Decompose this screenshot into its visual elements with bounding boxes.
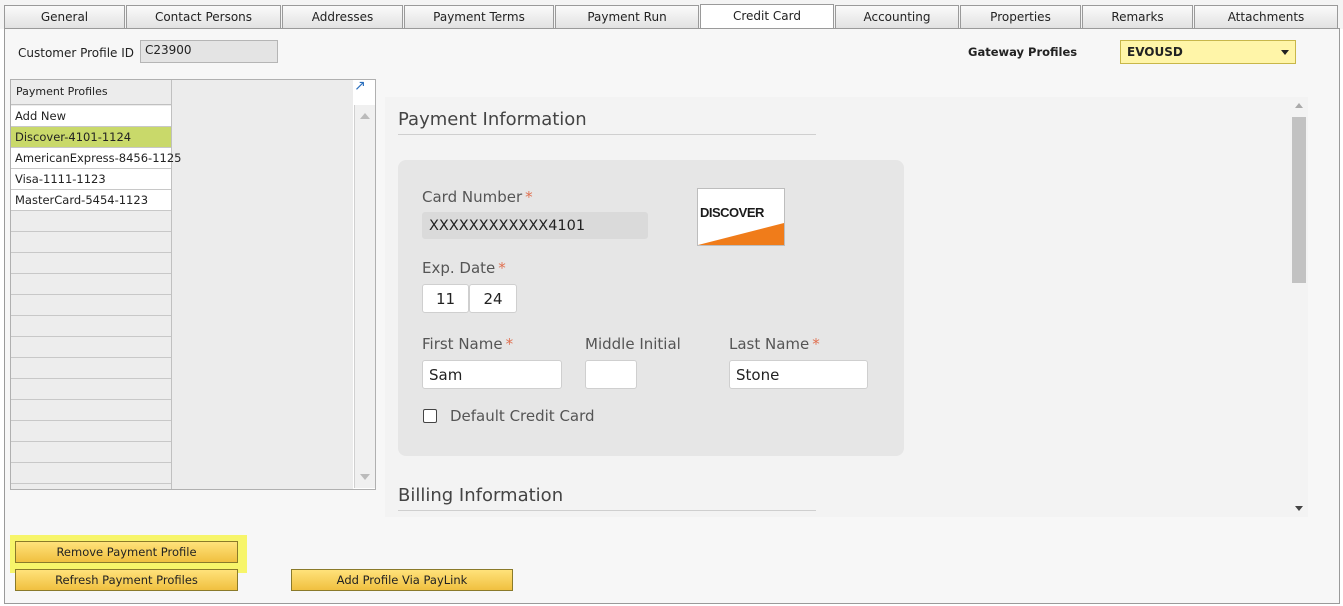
tab-bar: General Contact Persons Addresses Paymen… xyxy=(0,0,1343,29)
tab-addresses[interactable]: Addresses xyxy=(282,5,403,29)
tab-label: Properties xyxy=(990,10,1051,24)
middle-initial-label: Middle Initial xyxy=(585,335,681,353)
discover-card-logo: DISCOVER xyxy=(697,188,785,246)
exp-year-field[interactable]: 24 xyxy=(469,284,517,313)
tab-payment-run[interactable]: Payment Run xyxy=(555,5,699,29)
profile-row[interactable]: MasterCard-5454-1123 xyxy=(11,190,171,211)
required-mark: * xyxy=(812,335,820,353)
required-mark: * xyxy=(498,259,506,277)
empty-row xyxy=(11,442,171,463)
gateway-profiles-select[interactable]: EVOUSD xyxy=(1120,40,1296,64)
scroll-up-icon[interactable] xyxy=(360,113,370,119)
card-number-label: Card Number * xyxy=(422,188,533,206)
tab-general[interactable]: General xyxy=(4,5,125,29)
discover-logo-stripe xyxy=(698,223,784,245)
required-mark: * xyxy=(505,335,514,353)
form-scrollbar[interactable] xyxy=(1290,97,1308,517)
scroll-up-icon[interactable] xyxy=(1295,103,1303,108)
tab-label: Attachments xyxy=(1227,10,1305,24)
empty-row xyxy=(11,421,171,442)
payment-card-box: Card Number * XXXXXXXXXXXX4101 Exp. Date *… xyxy=(398,160,904,456)
card-number-label-text: Card Number xyxy=(422,188,523,206)
first-name-label-text: First Name xyxy=(422,335,503,353)
empty-row xyxy=(11,400,171,421)
tab-properties[interactable]: Properties xyxy=(960,5,1081,29)
tab-remarks[interactable]: Remarks xyxy=(1082,5,1193,29)
empty-row xyxy=(11,316,171,337)
empty-row xyxy=(11,253,171,274)
middle-initial-field[interactable] xyxy=(585,360,637,389)
customer-profile-id-field[interactable]: C23900 xyxy=(140,40,278,63)
tab-label: Payment Run xyxy=(587,10,667,24)
empty-row xyxy=(11,295,171,316)
refresh-payment-profiles-button[interactable]: Refresh Payment Profiles xyxy=(15,569,238,591)
first-name-field[interactable]: Sam xyxy=(422,360,562,389)
scroll-down-icon[interactable] xyxy=(360,474,370,480)
profiles-scrollbar[interactable] xyxy=(354,105,375,488)
exp-date-label-text: Exp. Date xyxy=(422,259,496,277)
profile-row-add-new[interactable]: Add New xyxy=(11,106,171,127)
profile-row[interactable]: Visa-1111-1123 xyxy=(11,169,171,190)
last-name-field[interactable]: Stone xyxy=(729,360,868,389)
empty-row xyxy=(11,337,171,358)
customer-profile-label: Customer Profile ID xyxy=(18,46,135,60)
discover-logo-text: DISCOVER xyxy=(700,205,764,220)
empty-row xyxy=(11,211,171,232)
card-number-field[interactable]: XXXXXXXXXXXX4101 xyxy=(422,212,648,239)
empty-row xyxy=(11,463,171,484)
expand-icon[interactable]: ↗ xyxy=(354,79,368,93)
default-credit-card-label: Default Credit Card xyxy=(450,407,595,425)
profile-row-selected[interactable]: Discover-4101-1124 xyxy=(11,127,171,148)
tab-attachments[interactable]: Attachments xyxy=(1194,5,1338,29)
tab-contact-persons[interactable]: Contact Persons xyxy=(126,5,281,29)
first-name-label: First Name * xyxy=(422,335,513,353)
section-divider xyxy=(398,510,816,511)
add-profile-via-paylink-button[interactable]: Add Profile Via PayLink xyxy=(291,569,513,591)
required-mark: * xyxy=(525,188,533,206)
empty-row xyxy=(11,274,171,295)
payment-profiles-grid: Payment Profiles Add New Discover-4101-1… xyxy=(10,79,376,490)
scroll-down-icon[interactable] xyxy=(1295,506,1303,511)
payment-profiles-header: Payment Profiles xyxy=(11,80,171,105)
tab-accounting[interactable]: Accounting xyxy=(835,5,959,29)
tab-credit-card[interactable]: Credit Card xyxy=(700,4,834,29)
section-divider xyxy=(398,134,816,135)
tab-label: Accounting xyxy=(863,10,931,24)
default-credit-card-checkbox[interactable] xyxy=(423,409,437,423)
billing-information-title: Billing Information xyxy=(398,485,564,506)
tab-label: General xyxy=(40,10,89,24)
gateway-profiles-value: EVOUSD xyxy=(1127,45,1183,59)
empty-row xyxy=(11,358,171,379)
tab-label: Remarks xyxy=(1111,10,1164,24)
last-name-label: Last Name * xyxy=(729,335,820,353)
exp-month-field[interactable]: 11 xyxy=(422,284,469,313)
gateway-profiles-label: Gateway Profiles xyxy=(968,45,1078,59)
tab-label: Addresses xyxy=(311,10,374,24)
credit-card-form-panel: Payment Information Card Number * XXXXXXX… xyxy=(385,97,1308,517)
last-name-label-text: Last Name xyxy=(729,335,810,353)
tab-label: Payment Terms xyxy=(433,10,525,24)
empty-row xyxy=(11,379,171,400)
empty-row xyxy=(11,232,171,253)
tab-payment-terms[interactable]: Payment Terms xyxy=(404,5,554,29)
payment-information-title: Payment Information xyxy=(398,109,587,130)
chevron-down-icon xyxy=(1281,50,1289,55)
profile-row[interactable]: AmericanExpress-8456-1125 xyxy=(11,148,181,169)
tab-label: Credit Card xyxy=(733,9,801,23)
exp-date-label: Exp. Date * xyxy=(422,259,506,277)
scrollbar-thumb[interactable] xyxy=(1292,117,1306,283)
grid-empty-area xyxy=(172,80,353,489)
remove-payment-profile-button[interactable]: Remove Payment Profile xyxy=(15,541,238,563)
tab-label: Contact Persons xyxy=(154,10,253,24)
